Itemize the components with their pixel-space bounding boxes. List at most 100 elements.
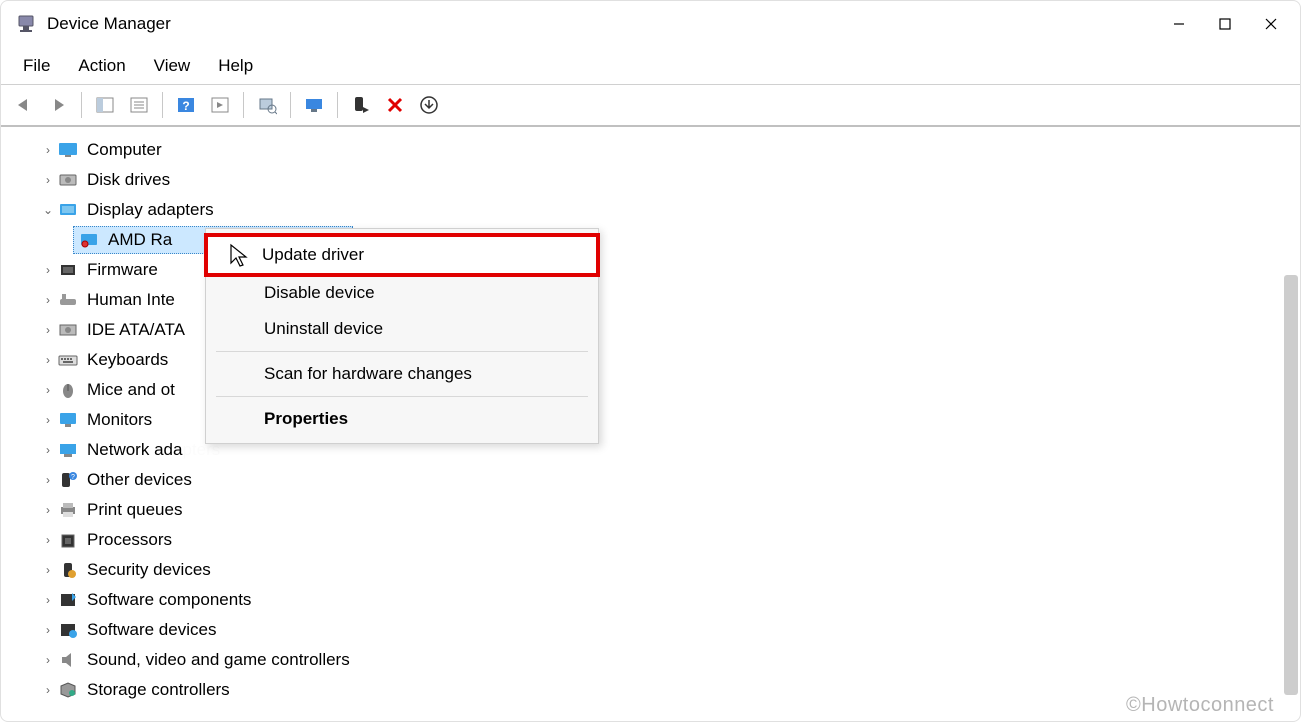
tree-label: Keyboards — [87, 350, 168, 370]
gpu-icon — [78, 229, 100, 251]
expander-icon[interactable]: › — [39, 323, 57, 337]
context-menu-uninstall-device[interactable]: Uninstall device — [206, 311, 598, 347]
help-button[interactable]: ? — [171, 90, 201, 120]
expander-icon[interactable]: › — [39, 593, 57, 607]
maximize-button[interactable] — [1202, 8, 1248, 40]
sw-devices-icon — [57, 619, 79, 641]
tree-label: Firmware — [87, 260, 158, 280]
tree-label: AMD Ra — [108, 230, 172, 250]
tree-node-sound[interactable]: › Sound, video and game controllers — [39, 645, 1300, 675]
other-devices-icon: ? — [57, 469, 79, 491]
expander-icon[interactable]: › — [39, 413, 57, 427]
tree-node-other[interactable]: › ? Other devices — [39, 465, 1300, 495]
sound-icon — [57, 649, 79, 671]
forward-button[interactable] — [43, 90, 73, 120]
menu-bar: File Action View Help — [1, 47, 1300, 85]
context-menu-scan-hardware[interactable]: Scan for hardware changes — [206, 356, 598, 392]
expander-icon[interactable]: › — [39, 293, 57, 307]
back-button[interactable] — [9, 90, 39, 120]
context-menu-disable-device[interactable]: Disable device — [206, 275, 598, 311]
menu-item-label: Uninstall device — [264, 319, 383, 339]
tree-label: Sound, video and game controllers — [87, 650, 350, 670]
network-icon — [57, 439, 79, 461]
keyboard-icon — [57, 349, 79, 371]
tree-label: Monitors — [87, 410, 152, 430]
display-adapter-icon — [57, 199, 79, 221]
tree-label: Mice and ot — [87, 380, 175, 400]
tree-node-storage[interactable]: › Storage controllers — [39, 675, 1300, 705]
tree-label: Print queues — [87, 500, 182, 520]
context-menu-properties[interactable]: Properties — [206, 401, 598, 437]
close-button[interactable] — [1248, 8, 1294, 40]
tree-node-print[interactable]: › Print queues — [39, 495, 1300, 525]
scan-hardware-button[interactable] — [252, 90, 282, 120]
expander-icon[interactable]: › — [39, 143, 57, 157]
expander-icon[interactable]: › — [39, 263, 57, 277]
tree-node-processors[interactable]: › Processors — [39, 525, 1300, 555]
tree-node-security[interactable]: › Security devices — [39, 555, 1300, 585]
context-menu-update-driver[interactable]: Update driver — [204, 233, 600, 277]
printer-icon — [57, 499, 79, 521]
tree-label: Network ada — [87, 440, 182, 460]
expander-icon[interactable]: › — [39, 473, 57, 487]
tree-label: Computer — [87, 140, 162, 160]
expander-icon[interactable]: › — [39, 623, 57, 637]
tree-node-sw-components[interactable]: › Software components — [39, 585, 1300, 615]
tree-node-sw-devices[interactable]: › Software devices — [39, 615, 1300, 645]
expander-icon[interactable]: › — [39, 443, 57, 457]
disk-icon — [57, 169, 79, 191]
tree-node-computer[interactable]: › Computer — [39, 135, 1300, 165]
menu-help[interactable]: Help — [204, 52, 267, 80]
tree-label: IDE ATA/ATA — [87, 320, 185, 340]
tree-label: Storage controllers — [87, 680, 230, 700]
window-title: Device Manager — [47, 14, 1156, 34]
security-icon — [57, 559, 79, 581]
context-menu: Update driver Disable device Uninstall d… — [205, 228, 599, 444]
device-tree: › Computer › Disk drives ⌄ Display adapt… — [1, 127, 1300, 705]
tree-node-disk-drives[interactable]: › Disk drives — [39, 165, 1300, 195]
tree-label: Other devices — [87, 470, 192, 490]
toolbar-separator — [337, 92, 338, 118]
computer-icon — [57, 139, 79, 161]
expander-icon[interactable]: › — [39, 353, 57, 367]
title-bar: Device Manager — [1, 1, 1300, 47]
expander-icon[interactable]: › — [39, 383, 57, 397]
monitor-icon — [57, 409, 79, 431]
tree-label: Processors — [87, 530, 172, 550]
app-icon — [15, 13, 37, 35]
expander-icon[interactable]: › — [39, 683, 57, 697]
toolbar-separator — [243, 92, 244, 118]
menu-action[interactable]: Action — [64, 52, 139, 80]
expander-icon[interactable]: › — [39, 533, 57, 547]
ide-icon — [57, 319, 79, 341]
tree-label: Software components — [87, 590, 251, 610]
expander-icon[interactable]: › — [39, 173, 57, 187]
minimize-button[interactable] — [1156, 8, 1202, 40]
cpu-icon — [57, 529, 79, 551]
tree-label: Disk drives — [87, 170, 170, 190]
action-button[interactable] — [205, 90, 235, 120]
tree-node-display-adapters[interactable]: ⌄ Display adapters — [39, 195, 1300, 225]
menu-file[interactable]: File — [9, 52, 64, 80]
expander-collapse-icon[interactable]: ⌄ — [39, 203, 57, 217]
context-menu-separator — [216, 396, 588, 397]
update-driver-button[interactable] — [299, 90, 329, 120]
show-hidden-button[interactable] — [90, 90, 120, 120]
hid-icon — [57, 289, 79, 311]
menu-view[interactable]: View — [140, 52, 205, 80]
expander-icon[interactable]: › — [39, 563, 57, 577]
svg-text:?: ? — [71, 474, 75, 481]
tree-label: Security devices — [87, 560, 211, 580]
tree-label: Software devices — [87, 620, 216, 640]
toolbar: ? — [1, 85, 1300, 127]
sw-components-icon — [57, 589, 79, 611]
uninstall-device-button[interactable] — [380, 90, 410, 120]
expander-icon[interactable]: › — [39, 503, 57, 517]
scrollbar[interactable] — [1284, 275, 1298, 695]
watermark: ©Howtoconnect — [1126, 694, 1274, 717]
disable-device-button[interactable] — [346, 90, 376, 120]
install-driver-button[interactable] — [414, 90, 444, 120]
properties-button[interactable] — [124, 90, 154, 120]
expander-icon[interactable]: › — [39, 653, 57, 667]
context-menu-separator — [216, 351, 588, 352]
